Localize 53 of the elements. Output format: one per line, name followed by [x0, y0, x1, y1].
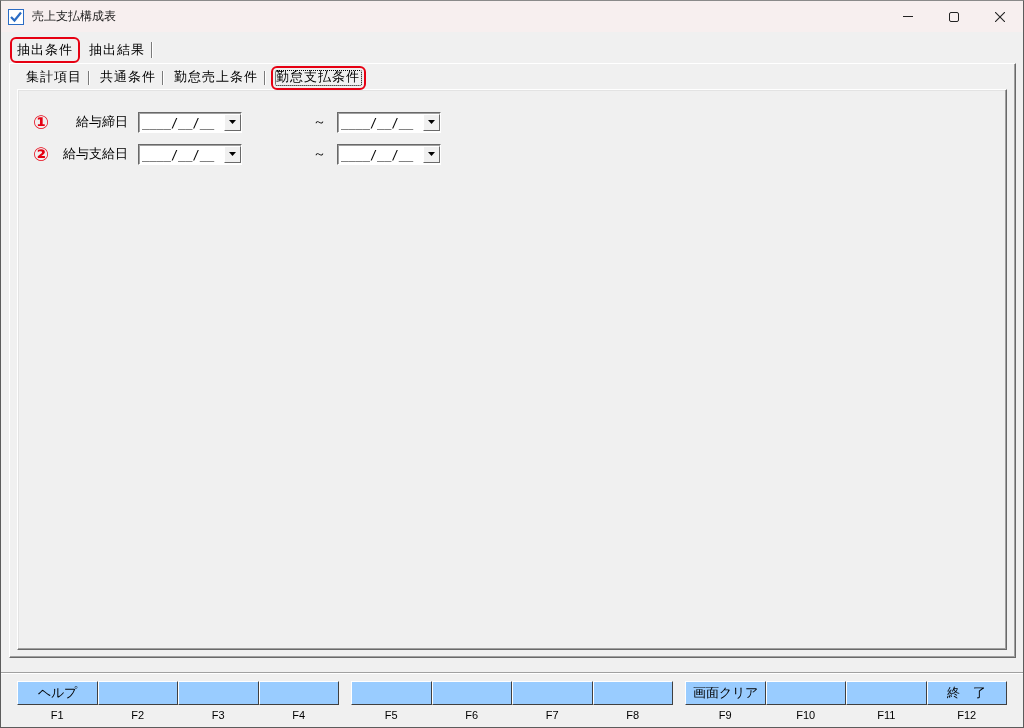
- function-key-label: F3: [211, 709, 225, 722]
- caret-icon: [428, 152, 435, 156]
- function-key-label: F8: [626, 709, 640, 722]
- function-key-button[interactable]: [431, 681, 512, 705]
- function-key-label: F12: [957, 709, 977, 722]
- dropdown-button[interactable]: [423, 145, 440, 163]
- function-key-label: F7: [545, 709, 559, 722]
- field-label: 給与支給日: [62, 145, 128, 163]
- function-key-button[interactable]: [512, 681, 593, 705]
- caret-icon: [428, 120, 435, 124]
- tab[interactable]: 勤怠売上条件: [169, 65, 269, 90]
- minimize-icon: [903, 16, 913, 17]
- function-key-button[interactable]: [258, 681, 339, 705]
- step-number: ①: [31, 111, 51, 133]
- date-field[interactable]: ____/__/__: [337, 111, 441, 133]
- tab[interactable]: 抽出条件: [10, 36, 80, 63]
- tab[interactable]: 抽出結果: [82, 36, 156, 63]
- tab[interactable]: 集計項目: [21, 65, 93, 90]
- function-key-button[interactable]: [765, 681, 846, 705]
- caret-icon: [229, 152, 236, 156]
- tab[interactable]: 勤怠支払条件: [271, 65, 366, 90]
- window-title: 売上支払構成表: [32, 8, 116, 25]
- function-key-label: F2: [131, 709, 145, 722]
- function-key-button[interactable]: 終 了: [926, 681, 1007, 705]
- date-field[interactable]: ____/__/__: [138, 143, 242, 165]
- function-key-label: F9: [718, 709, 732, 722]
- app-icon: [8, 8, 24, 25]
- function-key-label: F4: [292, 709, 306, 722]
- date-field[interactable]: ____/__/__: [138, 111, 242, 133]
- dropdown-button[interactable]: [224, 113, 241, 131]
- caret-icon: [229, 120, 236, 124]
- step-number: ②: [31, 143, 51, 165]
- function-key-button[interactable]: [178, 681, 259, 705]
- function-key-button[interactable]: [846, 681, 927, 705]
- function-key-button[interactable]: ヘルプ: [17, 681, 98, 705]
- function-key-label: F11: [877, 709, 896, 722]
- function-key-label: F6: [465, 709, 479, 722]
- dropdown-button[interactable]: [423, 113, 440, 131]
- function-key-button[interactable]: [592, 681, 673, 705]
- range-separator: ～: [312, 113, 326, 131]
- field-label: 給与締日: [75, 113, 128, 131]
- function-key-button[interactable]: [351, 681, 432, 705]
- date-field[interactable]: ____/__/__: [337, 143, 441, 165]
- function-key-label: F5: [384, 709, 398, 722]
- function-key-button[interactable]: [97, 681, 178, 705]
- function-key-label: F1: [50, 709, 64, 722]
- function-key-button[interactable]: 画面クリア: [685, 681, 766, 705]
- range-separator: ～: [312, 145, 326, 163]
- tab[interactable]: 共通条件: [95, 65, 167, 90]
- dropdown-button[interactable]: [224, 145, 241, 163]
- function-key-label: F10: [796, 709, 816, 722]
- maximize-icon: [949, 11, 959, 22]
- close-icon: [995, 11, 1005, 22]
